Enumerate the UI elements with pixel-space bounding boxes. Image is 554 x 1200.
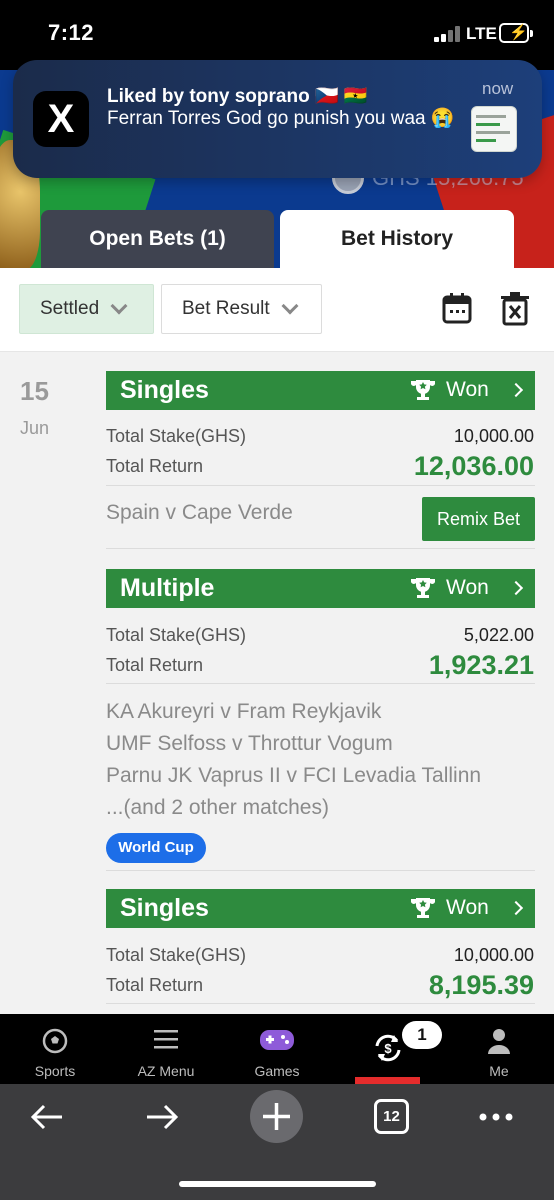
nav-me[interactable]: Me (459, 1014, 539, 1084)
notification-body: Ferran Torres God go punish you waa 😭 (107, 108, 455, 129)
calendar-icon[interactable] (442, 292, 472, 324)
bet-result-filter-label: Bet Result (182, 298, 270, 319)
cashout-count-badge: 1 (402, 1021, 442, 1049)
delete-icon[interactable] (500, 292, 530, 326)
divider (106, 485, 535, 486)
signal-icon (434, 26, 460, 42)
forward-arrow-icon[interactable] (145, 1103, 179, 1131)
trophy-icon (411, 380, 435, 400)
svg-text:$: $ (384, 1041, 392, 1056)
chevron-down-icon (110, 297, 128, 315)
divider (106, 870, 535, 871)
push-notification[interactable]: X Liked by tony soprano 🇨🇿 🇬🇭 Ferran Tor… (13, 60, 542, 178)
trophy-icon (411, 898, 435, 918)
home-indicator (179, 1181, 376, 1187)
total-return-label: Total Return (106, 655, 204, 675)
divider (106, 683, 535, 684)
active-tab-indicator (355, 1077, 420, 1084)
bet-status: Won (410, 896, 489, 920)
nav-sports[interactable]: Sports (15, 1014, 95, 1084)
settled-filter-dropdown[interactable]: Settled (19, 284, 154, 334)
bet-card-header[interactable]: Singles Won (106, 889, 535, 928)
network-label: LTE (466, 24, 497, 43)
total-return-label: Total Return (106, 456, 204, 476)
total-return-value: 12,036.00 (413, 451, 534, 481)
nav-me-label: Me (489, 1063, 509, 1079)
user-icon (488, 1029, 510, 1054)
total-stake-value: 10,000.00 (453, 426, 534, 446)
nav-sports-label: Sports (34, 1063, 76, 1079)
gamepad-icon (260, 1030, 294, 1050)
bet-status: Won (410, 576, 489, 600)
divider (106, 548, 535, 549)
match-name: Spain v Cape Verde (106, 501, 293, 524)
total-stake-label: Total Stake(GHS) (106, 625, 247, 645)
soccer-ball-icon (42, 1028, 68, 1054)
notification-title: Liked by tony soprano 🇨🇿 🇬🇭 (107, 86, 368, 107)
cashout-icon: $ (375, 1034, 401, 1062)
chevron-down-icon (281, 297, 299, 315)
match-name: Parnu JK Vaprus II v FCI Levadia Tallinn (106, 764, 482, 787)
bet-type: Singles (120, 376, 209, 404)
world-cup-badge: World Cup (106, 833, 206, 863)
bet-type: Multiple (120, 574, 215, 602)
date-day: 15 (20, 376, 49, 406)
more-options-icon[interactable] (478, 1111, 514, 1123)
bet-type: Singles (120, 894, 209, 922)
tab-bet-history[interactable]: Bet History (280, 210, 514, 268)
bottom-nav: Sports AZ Menu Games $ Me (0, 1014, 554, 1084)
chevron-right-icon (508, 580, 524, 596)
chevron-right-icon (508, 382, 524, 398)
total-return-label: Total Return (106, 975, 204, 995)
back-arrow-icon[interactable] (30, 1103, 64, 1131)
nav-games[interactable]: Games (237, 1014, 317, 1084)
x-app-icon: X (33, 91, 89, 147)
tab-switcher-button[interactable]: 12 (374, 1099, 409, 1134)
bet-result-filter-dropdown[interactable]: Bet Result (161, 284, 322, 334)
total-stake-label: Total Stake(GHS) (106, 426, 247, 446)
bet-status: Won (410, 378, 489, 402)
chevron-right-icon (508, 900, 524, 916)
tab-open-bets[interactable]: Open Bets (1) (41, 210, 274, 268)
hamburger-menu-icon (154, 1030, 178, 1049)
nav-az-menu-label: AZ Menu (137, 1063, 195, 1079)
notification-thumbnail (471, 106, 517, 152)
total-stake-label: Total Stake(GHS) (106, 945, 247, 965)
match-name: KA Akureyri v Fram Reykjavik (106, 700, 382, 723)
bet-card-header[interactable]: Singles Won (106, 371, 535, 410)
nav-az-menu[interactable]: AZ Menu (126, 1014, 206, 1084)
bet-status-label: Won (446, 896, 489, 919)
battery-icon: ⚡ (499, 23, 533, 43)
divider (106, 1003, 535, 1004)
total-stake-value: 10,000.00 (453, 945, 534, 965)
status-time: 7:12 (48, 20, 95, 45)
notification-time: now (482, 79, 514, 98)
new-tab-button[interactable] (250, 1090, 303, 1143)
remix-bet-button[interactable]: Remix Bet (422, 497, 535, 541)
bet-status-label: Won (446, 378, 489, 401)
plus-icon (263, 1103, 290, 1130)
match-name: UMF Selfoss v Throttur Vogum (106, 732, 393, 755)
bet-card-header[interactable]: Multiple Won (106, 569, 535, 608)
settled-filter-label: Settled (40, 298, 100, 319)
total-return-value: 1,923.21 (428, 650, 534, 680)
date-month: Jun (20, 418, 50, 438)
total-return-value: 8,195.39 (428, 970, 534, 1000)
more-matches-note: ...(and 2 other matches) (106, 796, 329, 819)
total-stake-value: 5,022.00 (463, 625, 534, 645)
nav-games-label: Games (254, 1063, 300, 1079)
bet-status-label: Won (446, 576, 489, 599)
trophy-icon (411, 578, 435, 598)
